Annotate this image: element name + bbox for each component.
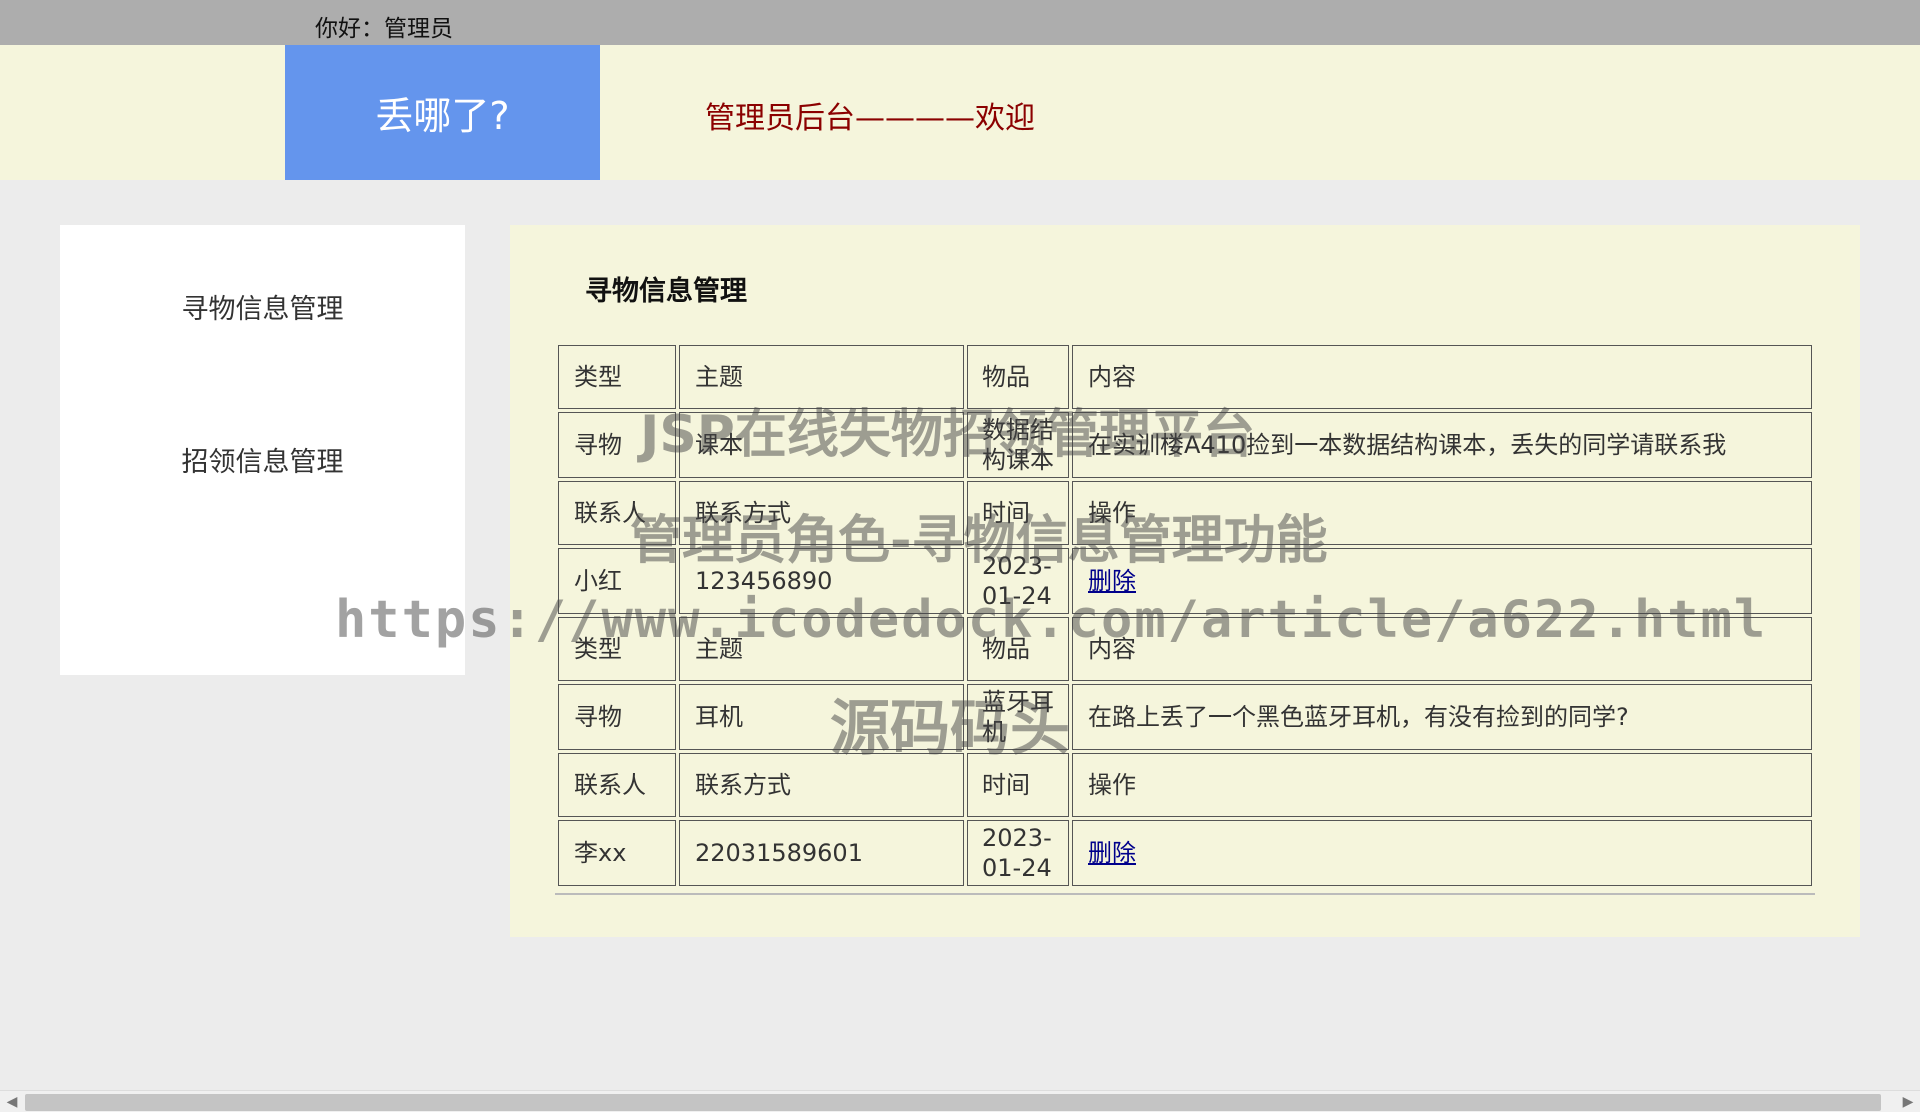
page-title: 寻物信息管理 <box>585 276 747 307</box>
contact-label: 联系人 <box>558 481 676 545</box>
subject-label: 主题 <box>679 617 964 681</box>
table-row: 寻物 耳机 蓝牙耳机 在路上丢了一个黑色蓝牙耳机，有没有捡到的同学? <box>558 684 1812 750</box>
table-row: 李xx 22031589601 2023-01-24 删除 <box>558 820 1812 886</box>
contact-label: 联系人 <box>558 753 676 817</box>
item-label: 物品 <box>967 617 1069 681</box>
time-label: 时间 <box>967 753 1069 817</box>
time-cell: 2023-01-24 <box>967 820 1069 886</box>
record-table: 类型 主题 物品 内容 寻物 课本 数据结构课本 在实训楼A410捡到一本数据结构课本，丢失的… <box>555 342 1815 617</box>
sidebar: 寻物信息管理 招领信息管理 <box>60 225 465 675</box>
item-cell: 蓝牙耳机 <box>967 684 1069 750</box>
item-label: 物品 <box>967 345 1069 409</box>
header: 丢哪了? 管理员后台————欢迎 <box>0 45 1920 180</box>
phone-cell: 22031589601 <box>679 820 964 886</box>
table-row: 小红 123456890 2023-01-24 删除 <box>558 548 1812 614</box>
chevron-right-icon[interactable]: ▶ <box>1898 1092 1918 1112</box>
content-label: 内容 <box>1072 617 1812 681</box>
time-label: 时间 <box>967 481 1069 545</box>
subject-label: 主题 <box>679 345 964 409</box>
subject-cell: 课本 <box>679 412 964 478</box>
table-row: 联系人 联系方式 时间 操作 <box>558 753 1812 817</box>
content-cell: 在路上丢了一个黑色蓝牙耳机，有没有捡到的同学? <box>1072 684 1812 750</box>
contact-cell: 小红 <box>558 548 676 614</box>
record-table: 类型 主题 物品 内容 寻物 耳机 蓝牙耳机 在路上丢了一个黑色蓝牙耳机，有没有捡到的同学? 联… <box>555 614 1815 889</box>
action-cell: 删除 <box>1072 548 1812 614</box>
table-row: 寻物 课本 数据结构课本 在实训楼A410捡到一本数据结构课本，丢失的同学请联系我 <box>558 412 1812 478</box>
subject-cell: 耳机 <box>679 684 964 750</box>
table-row: 类型 主题 物品 内容 <box>558 345 1812 409</box>
chevron-left-icon[interactable]: ◀ <box>2 1092 22 1112</box>
time-cell: 2023-01-24 <box>967 548 1069 614</box>
action-label: 操作 <box>1072 481 1812 545</box>
welcome-text: 管理员后台————欢迎 <box>705 101 1035 136</box>
greeting-text: 你好：管理员 <box>315 16 453 42</box>
action-label: 操作 <box>1072 753 1812 817</box>
table-row: 联系人 联系方式 时间 操作 <box>558 481 1812 545</box>
table-row: 类型 主题 物品 内容 <box>558 617 1812 681</box>
top-bar: 你好：管理员 <box>0 0 1920 45</box>
type-cell: 寻物 <box>558 412 676 478</box>
sidebar-item-found-management[interactable]: 招领信息管理 <box>60 440 465 479</box>
action-cell: 删除 <box>1072 820 1812 886</box>
item-cell: 数据结构课本 <box>967 412 1069 478</box>
delete-link[interactable]: 删除 <box>1088 839 1136 867</box>
type-cell: 寻物 <box>558 684 676 750</box>
main-panel: 寻物信息管理 类型 主题 物品 内容 寻物 课本 数据结构课本 在实训楼A410捡到一本数据结… <box>510 225 1860 937</box>
type-label: 类型 <box>558 345 676 409</box>
records-list: 类型 主题 物品 内容 寻物 课本 数据结构课本 在实训楼A410捡到一本数据结构课本，丢失的… <box>555 345 1815 895</box>
type-label: 类型 <box>558 617 676 681</box>
phone-label: 联系方式 <box>679 481 964 545</box>
horizontal-scrollbar[interactable]: ◀ ▶ <box>0 1090 1920 1112</box>
content-cell: 在实训楼A410捡到一本数据结构课本，丢失的同学请联系我 <box>1072 412 1812 478</box>
phone-cell: 123456890 <box>679 548 964 614</box>
content-label: 内容 <box>1072 345 1812 409</box>
contact-cell: 李xx <box>558 820 676 886</box>
delete-link[interactable]: 删除 <box>1088 567 1136 595</box>
scrollbar-thumb[interactable] <box>25 1094 1881 1111</box>
site-logo[interactable]: 丢哪了? <box>285 45 600 180</box>
sidebar-item-lost-management[interactable]: 寻物信息管理 <box>60 287 465 326</box>
phone-label: 联系方式 <box>679 753 964 817</box>
